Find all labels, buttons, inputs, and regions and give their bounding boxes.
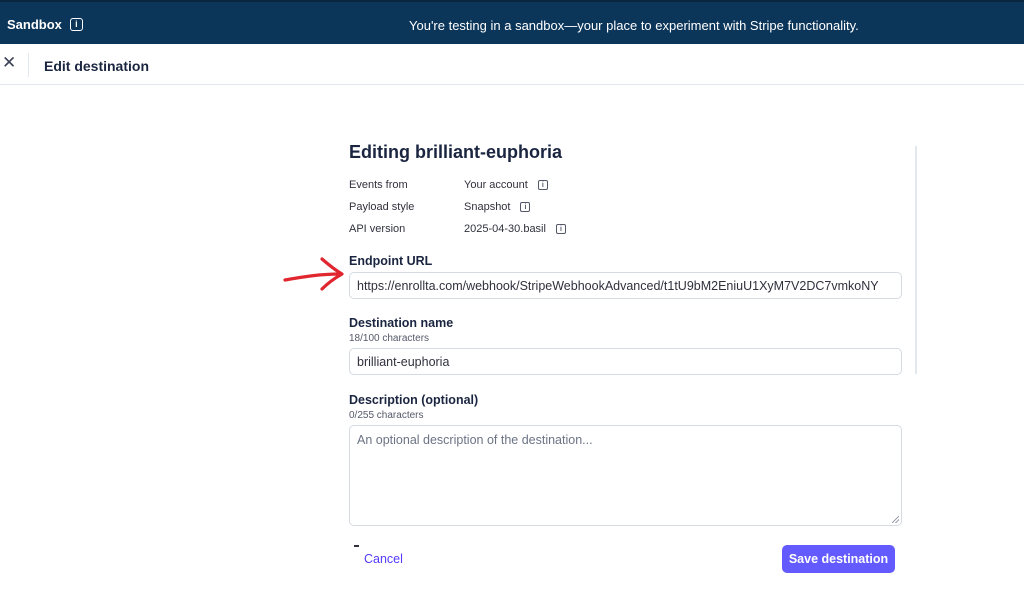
meta-row-events-from: Events from Your account i — [349, 179, 548, 191]
meta-label: API version — [349, 223, 406, 235]
meta-value: Your account — [464, 179, 528, 191]
panel-scroll-indicator — [915, 146, 917, 374]
sandbox-banner: Sandbox i You're testing in a sandbox—yo… — [0, 0, 1024, 44]
endpoint-url-input[interactable]: https://enrollta.com/webhook/StripeWebho… — [349, 272, 902, 299]
meta-label: Payload style — [349, 201, 415, 213]
meta-value: 2025-04-30.basil — [464, 223, 546, 235]
resize-handle-icon[interactable] — [892, 516, 899, 523]
header-divider — [28, 53, 29, 77]
close-icon[interactable]: ✕ — [2, 54, 16, 71]
description-counter: 0/255 characters — [349, 410, 424, 421]
endpoint-url-label: Endpoint URL — [349, 254, 433, 268]
page-header: ✕ Edit destination — [0, 44, 1024, 85]
sandbox-message: You're testing in a sandbox—your place t… — [409, 18, 859, 33]
meta-row-api-version: API version 2025-04-30.basil i — [349, 223, 566, 235]
description-placeholder: An optional description of the destinati… — [357, 433, 593, 447]
save-destination-button[interactable]: Save destination — [782, 545, 895, 573]
destination-name-label: Destination name — [349, 316, 454, 330]
stray-dash — [354, 545, 359, 547]
destination-name-counter: 18/100 characters — [349, 333, 430, 344]
meta-label: Events from — [349, 179, 408, 191]
sandbox-label-group[interactable]: Sandbox i — [7, 17, 83, 32]
meta-value: Snapshot — [464, 201, 511, 213]
description-textarea[interactable]: An optional description of the destinati… — [349, 425, 902, 526]
form-heading: Editing brilliant-euphoria — [349, 142, 562, 162]
destination-name-input[interactable]: brilliant-euphoria — [349, 348, 902, 375]
page-title: Edit destination — [44, 58, 149, 74]
sandbox-label: Sandbox — [7, 17, 62, 32]
info-icon[interactable]: i — [555, 224, 566, 234]
meta-row-payload-style: Payload style Snapshot i — [349, 201, 531, 213]
info-icon[interactable]: i — [537, 180, 548, 190]
cancel-button[interactable]: Cancel — [364, 552, 403, 566]
info-icon[interactable]: i — [69, 18, 83, 31]
red-arrow-icon — [283, 257, 344, 291]
info-icon[interactable]: i — [520, 202, 531, 212]
description-label: Description (optional) — [349, 393, 479, 407]
